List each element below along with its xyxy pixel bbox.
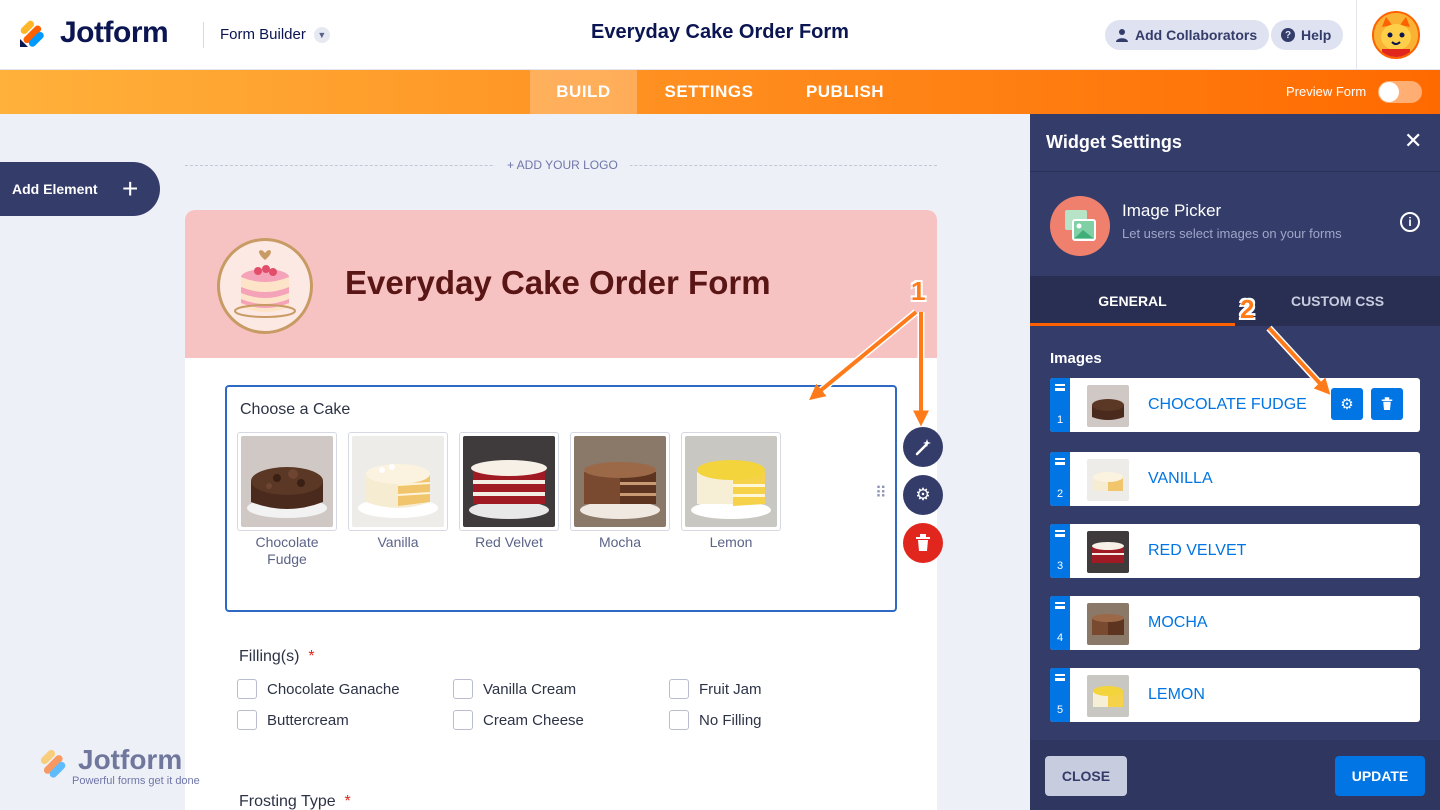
annotation-label-2: 2 <box>1240 294 1255 324</box>
annotation-arrow-2 <box>1266 325 1331 395</box>
annotation-label-1: 1 <box>911 276 926 306</box>
annotation-arrows <box>809 309 1331 427</box>
annotation-arrow-1a <box>809 309 919 401</box>
